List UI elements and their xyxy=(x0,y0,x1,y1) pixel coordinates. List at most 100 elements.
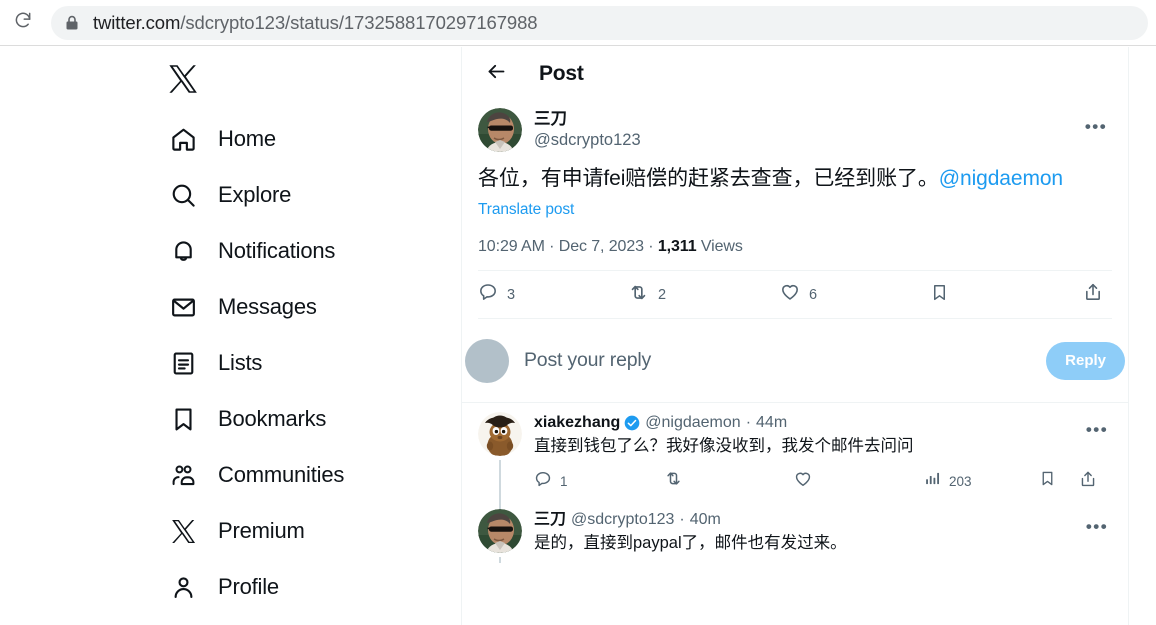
reply-more-options-button[interactable]: ••• xyxy=(1082,414,1112,444)
reply-author-handle[interactable]: @nigdaemon xyxy=(645,412,740,433)
reply-action[interactable]: 3 xyxy=(478,282,628,307)
address-bar[interactable]: twitter.com/sdcrypto123/status/173258817… xyxy=(51,5,1148,40)
meta-separator-1: · xyxy=(544,238,559,255)
like-action[interactable] xyxy=(794,470,924,493)
reply-submit-button[interactable]: Reply xyxy=(1046,341,1125,380)
share-icon xyxy=(1079,470,1097,493)
sidebar-item-notifications[interactable]: Notifications xyxy=(168,223,418,279)
reply-content: 三刀 @sdcrypto123 · 40m 是的，直接到paypal了，邮件也有… xyxy=(534,509,1112,554)
bookmark-action[interactable] xyxy=(930,283,1082,307)
views-action[interactable]: 203 xyxy=(924,470,1039,492)
url-path: /sdcrypto123/status/1732588170297167988 xyxy=(180,11,538,33)
post-text: 各位，有申请fei赔偿的赶紧去查查，已经到账了。@nigdaemon Transl… xyxy=(478,165,1112,224)
sidebar-item-explore[interactable]: Explore xyxy=(168,167,418,223)
sidebar-item-label: Communities xyxy=(218,462,345,487)
like-count: 6 xyxy=(809,286,818,303)
reply-content: xiakezhang @nigdaemon · 44m 直接到钱包了么？我好像没… xyxy=(534,412,1112,500)
reply-action[interactable]: 1 xyxy=(534,470,664,493)
bell-icon xyxy=(168,236,198,266)
sidebar-item-communities[interactable]: Communities xyxy=(168,447,418,503)
url-text: twitter.com/sdcrypto123/status/173258817… xyxy=(93,11,538,34)
reply-input[interactable]: Post your reply xyxy=(524,349,1046,372)
lock-icon xyxy=(65,15,79,31)
reply-avatar-column xyxy=(478,500,522,563)
repost-action[interactable] xyxy=(664,469,794,493)
bookmark-icon xyxy=(930,283,949,307)
reply-timestamp[interactable]: 40m xyxy=(690,509,721,530)
avatar[interactable] xyxy=(478,412,522,456)
reload-button[interactable] xyxy=(6,6,40,40)
author-handle[interactable]: @sdcrypto123 xyxy=(534,130,641,151)
post-time: 10:29 AM xyxy=(478,238,545,255)
back-button[interactable] xyxy=(479,57,513,91)
reply-timestamp[interactable]: 44m xyxy=(756,412,787,433)
verified-badge-icon xyxy=(624,415,640,431)
heart-icon xyxy=(794,470,812,493)
retweet-icon xyxy=(664,469,683,493)
reply-composer: Post your reply Reply xyxy=(462,319,1128,403)
reply-author-name[interactable]: xiakezhang xyxy=(534,412,620,433)
views-count: 1,311 xyxy=(657,238,697,255)
sidebar-item-messages[interactable]: Messages xyxy=(168,279,418,335)
reply-action-bar: 1 203 xyxy=(534,462,1112,500)
sidebar-item-label: Bookmarks xyxy=(218,406,327,431)
post-more-options-button[interactable]: ••• xyxy=(1080,110,1112,142)
sidebar-item-label: Profile xyxy=(218,574,279,599)
sidebar-item-label: Explore xyxy=(218,182,292,207)
post-metadata: 10:29 AM · Dec 7, 2023 · 1,311 Views xyxy=(478,238,1112,256)
search-icon xyxy=(168,180,198,210)
right-sidebar xyxy=(1129,47,1156,625)
bookmark-action[interactable] xyxy=(1039,470,1079,492)
reply-more-options-button[interactable]: ••• xyxy=(1082,511,1112,541)
analytics-icon xyxy=(924,470,941,492)
communities-icon xyxy=(168,460,198,490)
sidebar-item-label: Notifications xyxy=(218,238,336,263)
photo-avatar-sunglasses xyxy=(478,509,522,553)
post-mention-link[interactable]: @nigdaemon xyxy=(939,167,1063,190)
sidebar-item-home[interactable]: Home xyxy=(168,111,418,167)
post-header-bar: Post xyxy=(462,47,1128,100)
post-action-bar: 3 2 6 xyxy=(478,270,1112,319)
more-options-icon: ••• xyxy=(1085,419,1109,439)
more-options-icon: ••• xyxy=(1085,516,1109,536)
post-date: Dec 7, 2023 xyxy=(558,238,644,255)
x-logo-home-link[interactable] xyxy=(168,55,220,107)
reply-icon xyxy=(478,282,498,307)
heart-icon xyxy=(780,282,800,307)
reply-author-handle[interactable]: @sdcrypto123 xyxy=(571,509,674,530)
back-arrow-icon xyxy=(486,61,507,87)
author-display-name[interactable]: 三刀 xyxy=(534,109,641,130)
share-action[interactable] xyxy=(1079,470,1105,493)
sidebar-item-profile[interactable]: Profile xyxy=(168,559,418,615)
share-action[interactable] xyxy=(1083,282,1112,307)
translate-post-link[interactable]: Translate post xyxy=(478,196,574,224)
page-title: Post xyxy=(539,61,584,85)
x-icon xyxy=(168,516,198,546)
sidebar-item-label: Premium xyxy=(218,518,305,543)
sidebar-item-label: Home xyxy=(218,126,276,151)
post-text-content: 各位，有申请fei赔偿的赶紧去查查，已经到账了。 xyxy=(478,167,939,190)
home-icon xyxy=(168,124,198,154)
sidebar-item-lists[interactable]: Lists xyxy=(168,335,418,391)
more-options-icon: ••• xyxy=(1084,116,1108,136)
bookmark-icon xyxy=(1039,470,1056,492)
reply-icon xyxy=(534,470,552,493)
sidebar-item-bookmarks[interactable]: Bookmarks xyxy=(168,391,418,447)
main-timeline-column: Post 三刀 @sdcrypto123 ••• 各位，有申请fei赔偿的赶紧去… xyxy=(462,47,1129,625)
url-host: twitter.com xyxy=(93,11,181,33)
reply-item: xiakezhang @nigdaemon · 44m 直接到钱包了么？我好像没… xyxy=(462,403,1128,509)
avatar[interactable] xyxy=(478,509,522,553)
views-label: Views xyxy=(700,238,743,255)
reply-author-line: 三刀 @sdcrypto123 · 40m xyxy=(534,509,1112,530)
reload-icon xyxy=(13,10,33,35)
retweet-icon xyxy=(628,282,649,308)
sidebar-item-premium[interactable]: Premium xyxy=(168,503,418,559)
reply-count: 3 xyxy=(507,286,516,303)
reply-author-line: xiakezhang @nigdaemon · 44m xyxy=(534,412,1112,433)
avatar[interactable] xyxy=(478,108,522,152)
repost-count: 2 xyxy=(658,286,667,303)
like-action[interactable]: 6 xyxy=(780,282,930,307)
repost-action[interactable]: 2 xyxy=(628,282,780,308)
post-author-names: 三刀 @sdcrypto123 xyxy=(534,108,641,151)
reply-author-name[interactable]: 三刀 xyxy=(534,509,566,530)
